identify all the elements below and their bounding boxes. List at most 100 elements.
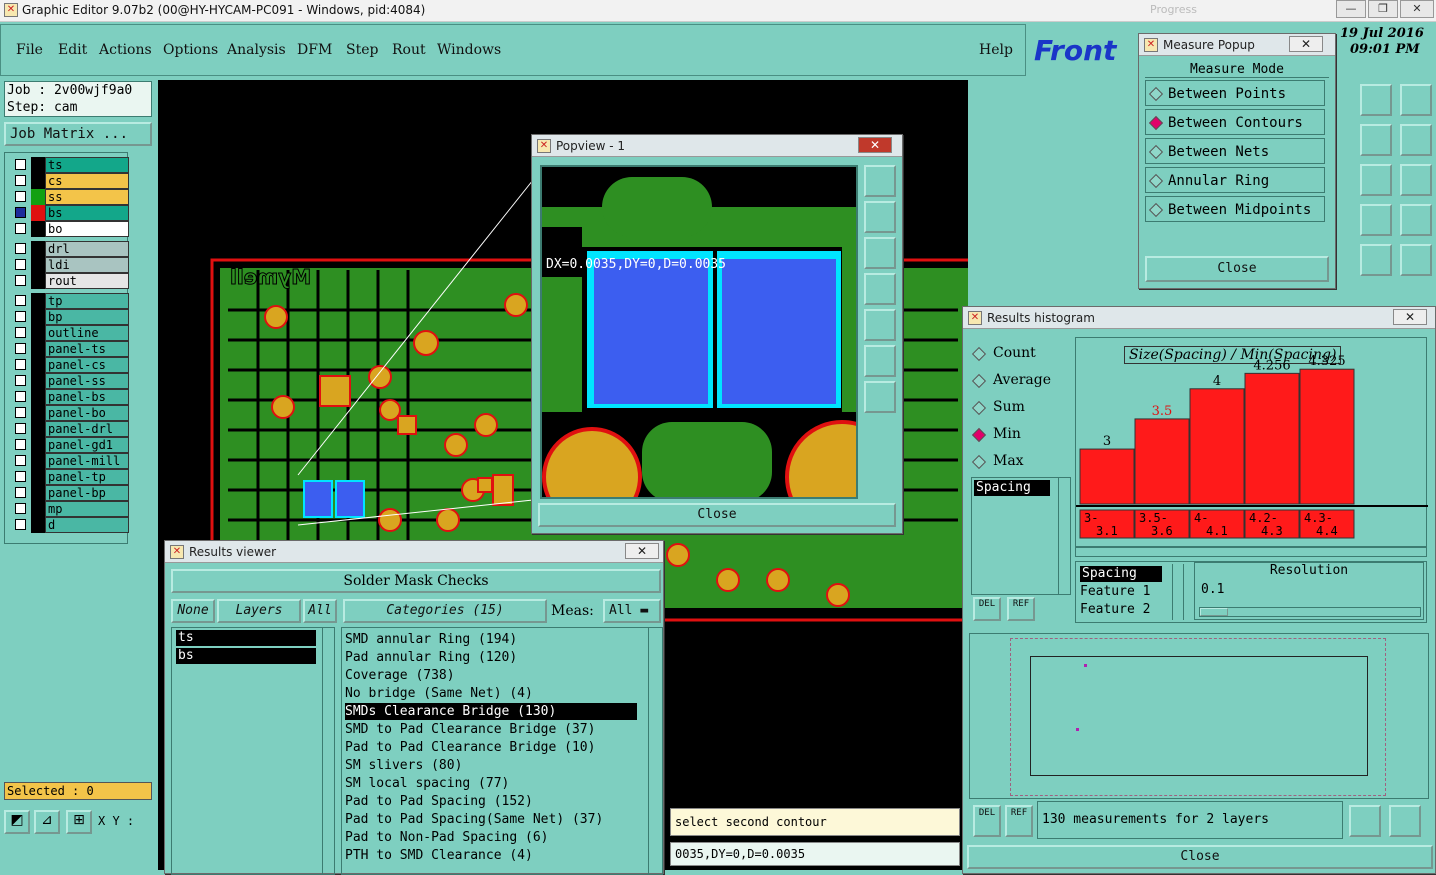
histogram-bar[interactable]	[1189, 388, 1245, 505]
layer-checkbox[interactable]	[15, 159, 26, 170]
layer-color-swatch[interactable]	[31, 437, 45, 453]
layer-color-swatch[interactable]	[31, 357, 45, 373]
record-icon[interactable]	[1400, 244, 1432, 276]
field-list-scrollbar[interactable]	[1058, 478, 1070, 594]
layer-checkbox[interactable]	[15, 311, 26, 322]
measure-mode-option[interactable]: Between Midpoints	[1145, 196, 1325, 222]
route-icon[interactable]	[1400, 124, 1432, 156]
layer-name[interactable]: bs	[45, 205, 129, 221]
layers-label-button[interactable]: Layers	[217, 599, 301, 623]
layer-color-swatch[interactable]	[31, 485, 45, 501]
layer-checkbox[interactable]	[15, 343, 26, 354]
prop-scrollbar[interactable]	[1172, 564, 1184, 620]
window-close-button[interactable]: ✕	[1400, 0, 1434, 18]
layer-name[interactable]: bo	[45, 221, 129, 237]
category-item[interactable]: SM slivers (80)	[345, 757, 462, 774]
home-icon[interactable]	[1360, 84, 1392, 116]
net-compare-icon[interactable]	[1400, 204, 1432, 236]
measure-tool-icon[interactable]: ⊿	[34, 810, 60, 834]
layer-checkbox[interactable]	[15, 275, 26, 286]
layer-checkbox[interactable]	[15, 243, 26, 254]
results-histogram-close-x[interactable]: ✕	[1393, 309, 1427, 325]
layer-name[interactable]: panel-bo	[45, 405, 129, 421]
category-item[interactable]: Pad to Non-Pad Spacing (6)	[345, 829, 549, 846]
layer-name[interactable]: ldi	[45, 257, 129, 273]
layer-row-bp[interactable]: bp	[13, 309, 129, 325]
ruler-icon[interactable]	[1360, 244, 1392, 276]
ref-button[interactable]: REF	[1007, 597, 1035, 621]
layer-row-bo[interactable]: bo	[13, 221, 129, 237]
pan-up-icon[interactable]	[864, 201, 896, 233]
layer-checkbox[interactable]	[15, 223, 26, 234]
layer-name[interactable]: rout	[45, 273, 129, 289]
category-item[interactable]: Pad annular Ring (120)	[345, 649, 517, 666]
pan-left-icon[interactable]	[864, 273, 896, 305]
pan-right-icon[interactable]	[864, 309, 896, 341]
layer-name[interactable]: panel-ss	[45, 373, 129, 389]
layer-row-mp[interactable]: mp	[13, 501, 129, 517]
measure-mode-option[interactable]: Annular Ring	[1145, 167, 1325, 193]
popview-close-button[interactable]: Close	[538, 503, 896, 527]
layer-color-swatch[interactable]	[31, 421, 45, 437]
layer-checkbox[interactable]	[15, 439, 26, 450]
resolution-slider-thumb[interactable]	[1200, 608, 1228, 616]
layer-name[interactable]: panel-drl	[45, 421, 129, 437]
menu-windows[interactable]: Windows	[437, 42, 501, 58]
layer-row-outline[interactable]: outline	[13, 325, 129, 341]
zoom-home-icon[interactable]	[864, 165, 896, 197]
results-viewer-close-x[interactable]: ✕	[625, 543, 659, 559]
zoom-out-icon[interactable]	[864, 381, 896, 413]
category-item[interactable]: SM local spacing (77)	[345, 775, 509, 792]
layer-row-panel-bs[interactable]: panel-bs	[13, 389, 129, 405]
layer-row-cs[interactable]: cs	[13, 173, 129, 189]
layer-name[interactable]: cs	[45, 173, 129, 189]
layer-color-swatch[interactable]	[31, 293, 45, 309]
layer-checkbox[interactable]	[15, 391, 26, 402]
help-icon[interactable]	[1400, 164, 1432, 196]
layers-all-button[interactable]: All	[303, 599, 337, 623]
layer-name[interactable]: panel-gd1	[45, 437, 129, 453]
layer-row-d[interactable]: d	[13, 517, 129, 533]
layer-color-swatch[interactable]	[31, 373, 45, 389]
layer-row-panel-drl[interactable]: panel-drl	[13, 421, 129, 437]
popview-canvas[interactable]: DX=0.0035,DY=0,D=0.0035	[540, 165, 858, 499]
histogram-bar[interactable]	[1299, 368, 1355, 505]
layer-checkbox[interactable]	[15, 407, 26, 418]
layer-name[interactable]: d	[45, 517, 129, 533]
del-button[interactable]: DEL	[973, 597, 1001, 621]
minimize-button[interactable]: —	[1336, 0, 1366, 18]
layer-row-panel-ts[interactable]: panel-ts	[13, 341, 129, 357]
layer-row-rout[interactable]: rout	[13, 273, 129, 289]
category-item[interactable]: No bridge (Same Net) (4)	[345, 685, 533, 702]
preview-ref-button[interactable]: REF	[1005, 805, 1033, 837]
zoom-in-icon[interactable]	[864, 345, 896, 377]
layer-row-panel-gd1[interactable]: panel-gd1	[13, 437, 129, 453]
category-list-scrollbar[interactable]	[648, 628, 662, 874]
measure-mode-option[interactable]: Between Contours	[1145, 109, 1325, 135]
layer-row-tp[interactable]: tp	[13, 293, 129, 309]
statistic-option[interactable]: Average	[969, 372, 1051, 392]
layer-row-panel-cs[interactable]: panel-cs	[13, 357, 129, 373]
report-icon[interactable]	[1389, 805, 1421, 837]
category-item[interactable]: SMD to Pad Clearance Bridge (37)	[345, 721, 595, 738]
layer-row-panel-tp[interactable]: panel-tp	[13, 469, 129, 485]
layer-name[interactable]: tp	[45, 293, 129, 309]
export-icon[interactable]	[1349, 805, 1381, 837]
layer-color-swatch[interactable]	[31, 309, 45, 325]
statistic-option[interactable]: Count	[969, 345, 1036, 365]
menu-step[interactable]: Step	[346, 42, 378, 58]
layer-name[interactable]: panel-ts	[45, 341, 129, 357]
category-item[interactable]: Pad to Pad Spacing (152)	[345, 793, 533, 810]
statistic-option[interactable]: Min	[969, 426, 1021, 446]
layer-checkbox[interactable]	[15, 503, 26, 514]
layer-checkbox[interactable]	[15, 359, 26, 370]
histogram-close-button[interactable]: Close	[967, 845, 1433, 869]
category-item[interactable]: Coverage (738)	[345, 667, 455, 684]
category-item[interactable]: Pad to Pad Spacing(Same Net) (37)	[345, 811, 603, 828]
layer-name[interactable]: panel-tp	[45, 469, 129, 485]
layer-checkbox[interactable]	[15, 175, 26, 186]
resolution-slider[interactable]	[1199, 607, 1421, 617]
category-item[interactable]: SMDs Clearance Bridge (130)	[345, 703, 637, 720]
maximize-button[interactable]: ❐	[1368, 0, 1398, 18]
layer-name[interactable]: outline	[45, 325, 129, 341]
